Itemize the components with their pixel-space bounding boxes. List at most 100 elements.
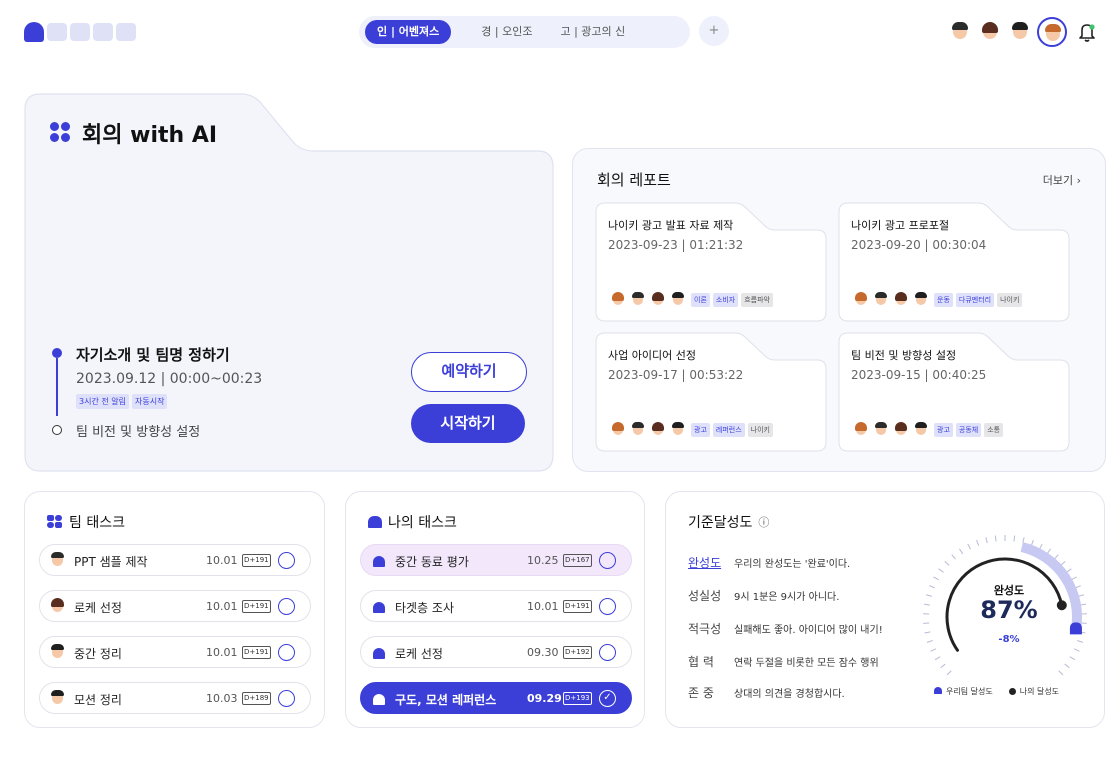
avatar (668, 420, 688, 440)
bell-icon[interactable] (1075, 20, 1099, 44)
ai-meeting-title: 회의 with AI (50, 117, 217, 149)
avatar[interactable] (1007, 19, 1033, 45)
avatar (628, 420, 648, 440)
report-card[interactable]: 나이키 광고 프로포절 2023-09-20 | 00:30:04 운동 다큐멘… (838, 202, 1070, 322)
tag: 자동시작 (131, 394, 168, 409)
gauge-tick (938, 568, 944, 573)
event-title[interactable]: 팀 비전 및 방향성 설정 (76, 421, 200, 440)
task-checkbox[interactable] (278, 598, 295, 615)
gauge-tick (923, 603, 931, 606)
tab-ad-god[interactable]: 고 | 광고의 신 (548, 20, 637, 44)
member-avatars (947, 17, 1099, 47)
event-title[interactable]: 자기소개 및 팀명 정하기 (76, 344, 230, 365)
ai-meeting-card: 회의 with AI 자기소개 및 팀명 정하기 2023.09.12 | 00… (24, 93, 554, 472)
task-checkbox[interactable] (599, 598, 616, 615)
task-item[interactable]: PPT 샘플 제작 10.01 D+191 (39, 544, 311, 576)
gauge-tick (1073, 648, 1080, 652)
report-card-time: 2023-09-15 | 00:40:25 (851, 368, 987, 382)
task-item[interactable]: 구도, 모션 레퍼런스 09.29 D+193 ✓ (360, 682, 632, 714)
tag: 운동 (934, 293, 953, 307)
tag: 나이키 (747, 423, 773, 437)
gauge-tick (926, 640, 933, 643)
gauge-tick (1022, 537, 1025, 544)
task-item[interactable]: 로케 선정 10.01 D+191 (39, 590, 311, 622)
more-link[interactable]: 더보기 › (1043, 172, 1081, 188)
panel-title: 기준달성도 (688, 515, 753, 531)
home-icon (373, 602, 385, 613)
reserve-button[interactable]: 예약하기 (411, 352, 527, 392)
timeline-dot (52, 425, 62, 435)
avatar (48, 596, 68, 616)
task-checkbox-checked[interactable]: ✓ (599, 690, 616, 707)
task-item[interactable]: 중간 정리 10.01 D+191 (39, 636, 311, 668)
report-card-title: 사업 아이디어 선정 (608, 349, 696, 362)
gauge-tick (976, 539, 980, 546)
avatar (871, 420, 891, 440)
report-card[interactable]: 나이키 광고 발표 자료 제작 2023-09-23 | 01:21:32 이론… (595, 202, 827, 322)
task-checkbox[interactable] (278, 644, 295, 661)
avatar (851, 290, 871, 310)
gauge-tick (924, 631, 931, 634)
gauge-tick (1077, 640, 1084, 643)
report-card[interactable]: 사업 아이디어 선정 2023-09-17 | 00:53:22 광고 레퍼런스… (595, 332, 827, 452)
gauge-value: 87% (980, 596, 1038, 624)
task-checkbox[interactable] (599, 644, 616, 661)
avatar (628, 290, 648, 310)
avatar-selected[interactable] (1037, 17, 1067, 47)
report-card[interactable]: 팀 비전 및 방향성 설정 2023-09-15 | 00:40:25 광고 공… (838, 332, 1070, 452)
gauge-team-marker (1069, 622, 1082, 635)
gauge-tick (1069, 656, 1076, 661)
avatar (911, 290, 931, 310)
tab-avengers[interactable]: 인 | 어벤져스 (365, 20, 452, 44)
start-button[interactable]: 시작하기 (411, 404, 525, 443)
criteria-row: 적극성 실패해도 좋아. 아이디어 많이 내기! (688, 622, 883, 636)
timeline-dot-active (52, 348, 62, 358)
gauge-tick (930, 648, 937, 652)
task-item[interactable]: 로케 선정 09.30 D+192 (360, 636, 632, 668)
criteria-row: 존 중 상대의 의견을 경청합시다. (688, 686, 845, 700)
tag: 공동체 (955, 423, 982, 437)
report-card-title: 나이키 광고 발표 자료 제작 (608, 219, 734, 232)
avatar (608, 420, 628, 440)
avatar (851, 420, 871, 440)
app-logo[interactable] (24, 22, 136, 42)
home-icon (368, 516, 382, 528)
task-checkbox[interactable] (278, 690, 295, 707)
add-team-button[interactable]: + (699, 16, 729, 46)
avatar (648, 420, 668, 440)
avatar (48, 550, 68, 570)
gauge-tick (994, 535, 997, 542)
task-item[interactable]: 타겟층 조사 10.01 D+191 (360, 590, 632, 622)
task-checkbox[interactable] (278, 552, 295, 569)
event-time: 2023.09.12 | 00:00~00:23 (76, 371, 263, 387)
tag: 다큐멘터리 (955, 293, 995, 307)
home-icon (373, 556, 385, 567)
tag: 3시간 전 알림 (76, 394, 129, 409)
tab-oinjo[interactable]: 경 | 오인조 (469, 20, 544, 44)
info-icon[interactable]: ⓘ (758, 514, 769, 530)
criteria-row: 성실성 9시 1분은 9시가 아니다. (688, 589, 840, 603)
meeting-report-panel: 회의 레포트 더보기 › 나이키 광고 발표 자료 제작 2023-09-23 … (572, 148, 1106, 472)
gauge-tick (934, 656, 941, 661)
team-tabs: 인 | 어벤져스 경 | 오인조 고 | 광고의 신 (359, 16, 690, 48)
achievement-panel: 기준달성도 ⓘ 완성도 우리의 완성도는 '완료'이다. 성실성 9시 1분은 9시… (665, 491, 1105, 728)
tag: 광고 (691, 423, 710, 437)
tag: 소비자 (712, 293, 739, 307)
my-task-panel: 나의 태스크 중간 동료 평가 10.25 D+167 타겟층 조사 10.01… (345, 491, 645, 728)
gauge-diff: -8% (998, 634, 1020, 645)
gauge-tick (925, 594, 932, 597)
panel-title: 나의 태스크 (388, 515, 457, 531)
avatar (891, 420, 911, 440)
task-item[interactable]: 모션 정리 10.03 D+189 (39, 682, 311, 714)
task-checkbox[interactable] (599, 552, 616, 569)
avatar (911, 420, 931, 440)
avatar (648, 290, 668, 310)
gauge-tick (933, 576, 939, 581)
task-item[interactable]: 중간 동료 평가 10.25 D+167 (360, 544, 632, 576)
avatar[interactable] (977, 19, 1003, 45)
tag: 소통 (984, 423, 1004, 437)
criteria-row: 완성도 우리의 완성도는 '완료'이다. (688, 556, 851, 570)
avatar (608, 290, 628, 310)
avatar[interactable] (947, 19, 973, 45)
gauge-tick (1058, 670, 1064, 676)
